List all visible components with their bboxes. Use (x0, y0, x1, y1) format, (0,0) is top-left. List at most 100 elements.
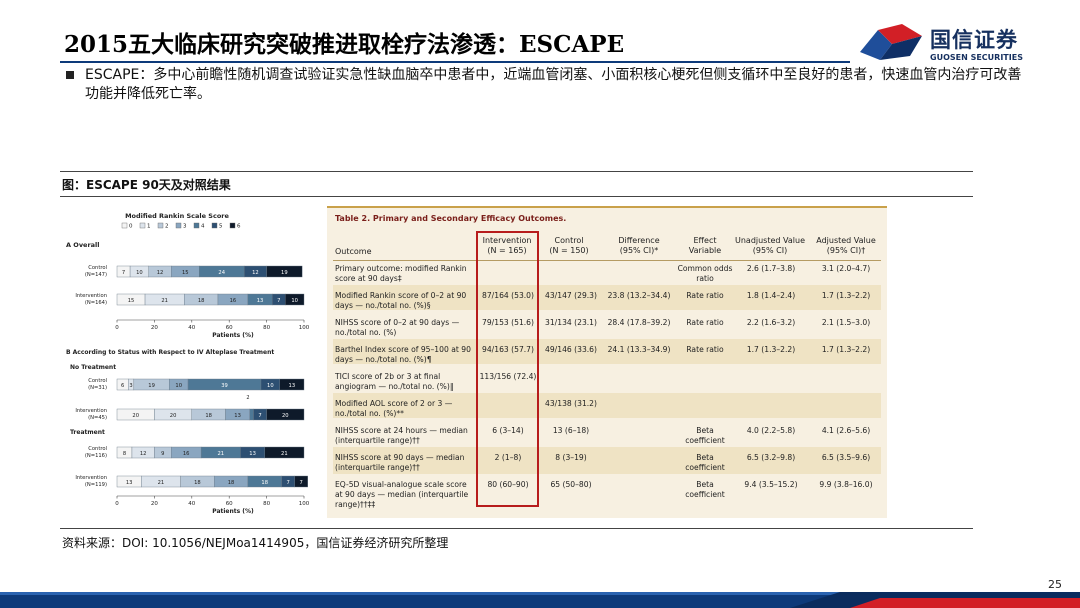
table-cell-effect: Beta coefficient (685, 426, 725, 445)
chart-legend: 0 1 2 3 4 5 6 (121, 222, 241, 230)
bar-row-n-label: (N=116) (85, 453, 107, 459)
table-cell-effect: Rate ratio (686, 318, 724, 327)
table-cell-control: 31/134 (23.1) (545, 318, 597, 327)
bullet-square-icon (66, 71, 74, 79)
bar-segment-label: 13 (257, 298, 264, 304)
legend-swatch (193, 222, 200, 229)
bar-segment-label: 18 (261, 480, 268, 486)
bar-segment-label: 21 (158, 480, 165, 486)
legend-swatch (229, 222, 236, 229)
x-axis-label-b: Patients (%) (212, 508, 254, 515)
table-cell-control: 43/147 (29.3) (545, 291, 597, 300)
x-axis-tick-label: 60 (226, 501, 233, 507)
extra-bar-label: 2 (246, 395, 249, 401)
table-cell-unadjusted: 6.5 (3.2–9.8) (746, 453, 796, 462)
table-cell-outcome: NIHSS score at 24 hours — median (interq… (335, 426, 468, 445)
bar-row-n-label: (N=31) (88, 385, 107, 391)
x-axis-b: 0 20 40 60 80 100 (115, 495, 310, 507)
header-rule (333, 260, 881, 261)
bar-segment-label: 15 (182, 270, 189, 276)
table-cell-outcome: Primary outcome: modified Rankin score a… (335, 264, 467, 283)
bar-row-group-label: Control (88, 378, 107, 384)
table-cell-effect: Rate ratio (686, 291, 724, 300)
bar-segment-label: 16 (230, 298, 237, 304)
legend-label: 6 (237, 224, 241, 230)
bar-row-group-label: Control (88, 265, 107, 271)
bar-segment-label: 7 (277, 298, 280, 304)
logo-english-text: GUOSEN SECURITIES (930, 53, 1023, 62)
bar-segment-label: 18 (194, 480, 201, 486)
table-cell-adjusted: 2.1 (1.5–3.0) (821, 318, 871, 327)
x-axis-tick-label: 40 (188, 325, 195, 331)
legend-swatch (157, 222, 164, 229)
bar-segment-label: 13 (234, 413, 241, 419)
table-cell-outcome: NIHSS score of 0–2 at 90 days — no./tota… (335, 318, 460, 337)
guosen-logo: 国信证券 GUOSEN SECURITIES (858, 22, 1038, 66)
table-cell-unadjusted: 1.8 (1.4–2.4) (746, 291, 796, 300)
legend-label: 3 (183, 224, 187, 230)
guosen-logo-mark-icon (860, 24, 922, 60)
bar-row-group-label: Intervention (75, 408, 107, 414)
bar-row-n-label: (N=119) (85, 482, 107, 488)
header-adjusted: Adjusted Value (95% CI)† (816, 236, 876, 255)
panel-b-label: B According to Status with Respect to IV… (66, 349, 274, 356)
bar-row-group-label: Intervention (75, 475, 107, 481)
bar-segment-label: 12 (157, 270, 164, 276)
table-cell-outcome: TICI score of 2b or 3 at final angiogram… (335, 372, 454, 391)
table-cell-outcome: NIHSS score at 90 days — median (interqu… (335, 453, 465, 472)
x-axis-tick-label: 60 (226, 325, 233, 331)
table-cell-unadjusted: 2.2 (1.6–3.2) (746, 318, 796, 327)
x-axis-tick-label: 0 (115, 501, 119, 507)
x-axis-label-a: Patients (%) (212, 332, 254, 339)
title-underline (60, 61, 850, 63)
bar-segment-label: 20 (170, 413, 177, 419)
legend-label: 4 (201, 224, 205, 230)
header-outcome: Outcome (335, 247, 372, 256)
header-effect-variable: Effect Variable (688, 236, 722, 255)
efficacy-table: Table 2. Primary and Secondary Efficacy … (327, 206, 887, 518)
table-cell-unadjusted: 1.7 (1.3–2.2) (746, 345, 796, 354)
table-cell-unadjusted: 4.0 (2.2–5.8) (746, 426, 796, 435)
bar-segment-label: 7 (122, 270, 125, 276)
x-axis-tick-label: 80 (263, 501, 270, 507)
legend-swatch (211, 222, 218, 229)
page-title: 2015五大临床研究突破推进取栓疗法渗透：ESCAPE (64, 31, 625, 58)
x-axis-tick-label: 20 (151, 501, 158, 507)
legend-swatch (175, 222, 182, 229)
bar-segment-label: 7 (258, 413, 261, 419)
figure-rule-mid (60, 196, 973, 197)
bar-segment-label: 24 (218, 270, 225, 276)
bar-row-group-label: Intervention (75, 293, 107, 299)
table-cell-outcome: Barthel Index score of 95–100 at 90 days… (335, 345, 471, 364)
table-cell-effect: Beta coefficient (685, 480, 725, 499)
bar-segment-label: 21 (161, 298, 168, 304)
bar-segment-label: 15 (128, 298, 135, 304)
bar-segment-label: 12 (140, 451, 147, 457)
bar-segment-label: 18 (198, 298, 205, 304)
bar-row-n-label: (N=147) (85, 272, 107, 278)
table-cell-adjusted: 9.9 (3.8–16.0) (819, 480, 873, 489)
table-cell-outcome: Modified Rankin score of 0–2 at 90 days … (335, 291, 467, 310)
header-unadjusted: Unadjusted Value (95% CI) (734, 236, 805, 255)
legend-label: 2 (165, 224, 169, 230)
bar-segment-label: 7 (286, 480, 289, 486)
figure-label: 图：ESCAPE 90天及对照结果 (62, 178, 231, 192)
table-cell-control: 13 (6–18) (552, 426, 590, 435)
bar-segment-label: 16 (183, 451, 190, 457)
table-cell-unadjusted: 2.6 (1.7–3.8) (746, 264, 796, 273)
bar-segment-label: 21 (281, 451, 288, 457)
x-axis-tick-label: 40 (188, 501, 195, 507)
bar-segment-label: 10 (291, 298, 298, 304)
table-cell-adjusted: 6.5 (3.5–9.6) (821, 453, 871, 462)
table-cell-effect: Beta coefficient (685, 453, 725, 472)
table-cell-adjusted: 3.1 (2.0–4.7) (821, 264, 871, 273)
bar-segment (249, 408, 254, 421)
figure-rule-top (60, 171, 973, 172)
table-cell-control: 43/138 (31.2) (545, 399, 597, 408)
table-cell-difference: 28.4 (17.8–39.2) (607, 318, 671, 327)
table-cell-difference: 24.1 (13.3–34.9) (607, 345, 671, 354)
table-cell-adjusted: 1.7 (1.3–2.2) (821, 345, 871, 354)
bar-segment-label: 18 (205, 413, 212, 419)
x-axis-tick-label: 100 (299, 501, 310, 507)
bar-segment-label: 18 (228, 480, 235, 486)
